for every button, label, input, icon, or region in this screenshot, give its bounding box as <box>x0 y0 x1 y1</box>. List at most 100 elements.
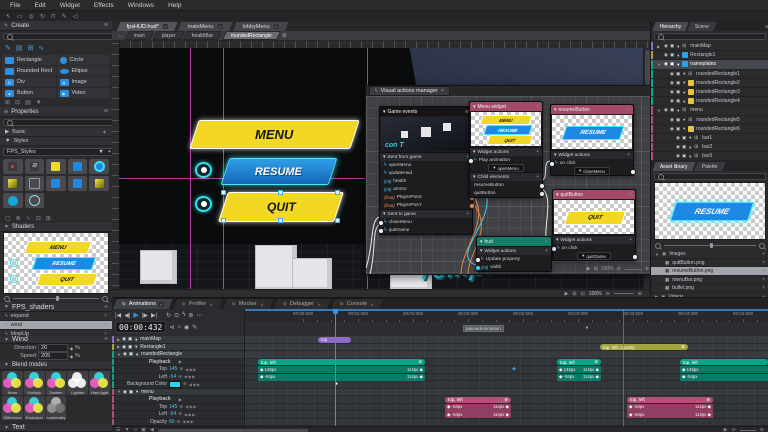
style-swatch-solid-blue[interactable] <box>68 159 88 174</box>
properties-tool-3[interactable]: ⊡ <box>36 215 41 222</box>
lock-icon[interactable]: ▣ <box>670 107 674 113</box>
style-swatch-circle-outline[interactable] <box>25 193 45 208</box>
style-swatch-grad-yellow[interactable] <box>89 176 109 191</box>
menu-item-help[interactable]: Help <box>162 1 187 10</box>
more-button[interactable]: ⋯ <box>196 312 202 319</box>
lock-icon[interactable]: ▣ <box>682 144 686 150</box>
blend-mode-hard-light[interactable]: Hard-light <box>89 371 110 395</box>
game-button-resume[interactable]: RESUME <box>221 158 338 185</box>
dropdown-closeMenu[interactable]: ▾closeMenu <box>574 167 610 175</box>
breadcrumb-item-player[interactable]: player <box>153 31 185 40</box>
expand-arrow[interactable]: ▼ <box>657 108 662 113</box>
keyframe-span[interactable]: ◆ 145px114px ◆ <box>557 366 601 373</box>
pin-icon[interactable]: ▼ <box>688 154 692 159</box>
node-quit-button[interactable]: ▾quitButton×QUIT▾Widget actions+ϟon clic… <box>552 189 636 261</box>
create-item-image[interactable]: ▲Image <box>57 77 111 87</box>
keyframe-nav[interactable]: ◀◆▶ <box>184 374 196 379</box>
skip-start-button[interactable]: |◀ <box>115 312 121 319</box>
pin-icon[interactable]: ▼ <box>676 108 680 113</box>
scroll-left-icon[interactable]: ◀ <box>150 427 154 432</box>
dropdown-quitGame[interactable]: ▾quitGame <box>577 252 611 260</box>
shader-item-wind[interactable]: ϟwind× <box>0 321 112 330</box>
wrench-icon[interactable]: ✎ <box>192 324 197 331</box>
bottom-tab-console[interactable]: ⊙Console× <box>330 298 385 309</box>
game-button-menu[interactable]: MENU <box>189 120 359 149</box>
node-section-header[interactable]: ▾Sent to game+ <box>380 209 472 218</box>
blend-panel-header[interactable]: ▼Blend modes <box>0 361 112 370</box>
add-icon[interactable]: + <box>536 149 539 155</box>
breadcrumb-item-roundedRectangle[interactable]: roundedRectangle <box>222 31 281 40</box>
node-row-ammo[interactable]: (int)ammo <box>380 185 472 193</box>
keyframe-span[interactable]: ◆ 145px <box>680 366 768 373</box>
dropdown-openMenu[interactable]: ▾openMenu <box>488 164 524 172</box>
text-section-header[interactable]: ▼Text <box>0 424 112 432</box>
timeline-bar-topleft[interactable]: top, left <box>680 359 768 365</box>
hierarchy-row-mainMap[interactable]: ▶◉▣▼⊞mainMap <box>651 42 768 51</box>
track-value[interactable]: 145 <box>169 366 177 372</box>
close-icon[interactable]: × <box>209 302 214 307</box>
keyframe-span[interactable]: ◆ -54px114px ◆ <box>627 404 713 411</box>
track-playback[interactable]: Playback▶ <box>112 359 244 367</box>
expand-arrow[interactable]: ▶ <box>117 337 120 342</box>
playhead-handle[interactable] <box>333 309 338 314</box>
scene-cube[interactable] <box>292 258 332 289</box>
lock-icon[interactable]: ▣ <box>676 80 680 86</box>
expand-arrow[interactable]: ▼ <box>117 389 121 394</box>
menu-item-windows[interactable]: Windows <box>122 1 160 10</box>
create-view-tool-0[interactable]: ⊞ <box>5 99 10 106</box>
node-row-closemenu[interactable]: ▾closeMenu <box>551 167 633 175</box>
pin-icon[interactable]: ▼ <box>688 145 692 150</box>
zoom-in-icon[interactable]: ⊕ <box>645 266 649 272</box>
create-item-button[interactable]: ●Button <box>2 88 56 98</box>
zoom-in-icon[interactable] <box>102 296 108 302</box>
gear-icon[interactable]: ⊛ <box>594 359 598 365</box>
expand-arrow[interactable]: ▼ <box>657 62 662 67</box>
hierarchy-search-input[interactable] <box>654 33 766 40</box>
node-section-header[interactable]: ▾Widget actions+ <box>477 246 551 255</box>
node-row-quitgame[interactable]: ϟquitGame <box>380 226 472 234</box>
audio-tool[interactable]: ◁ <box>73 13 78 20</box>
scene-cube[interactable] <box>140 250 177 284</box>
columns-icon[interactable]: ☰ <box>116 427 120 432</box>
guide-line-vertical[interactable] <box>223 48 224 289</box>
color-swatch[interactable] <box>169 381 181 388</box>
asset-item-resumeButton-png[interactable]: ▦resumeButton.png× <box>651 267 768 276</box>
timeline-ruler[interactable]: 00:00:50000:01:00000:01:50000:02:00000:0… <box>245 309 768 323</box>
create-view-tool-3[interactable]: ▼ <box>36 100 42 106</box>
gear-icon[interactable]: ⊛ <box>179 404 183 410</box>
tab-scene[interactable]: Scene <box>688 22 717 31</box>
add-icon[interactable]: + <box>466 211 469 217</box>
track-roundedrectangle[interactable]: ▼◉▣▼roundedRectangle <box>112 351 244 359</box>
zoom-in-icon[interactable]: ⊕ <box>760 427 764 432</box>
timeline-bar-topleft[interactable]: top, left⊗ <box>627 397 713 403</box>
hierarchy-row-roundedRectangle1[interactable]: ◉▣▼⊞roundedRectangle1 <box>651 70 768 79</box>
create-item-video[interactable]: ▶Video <box>57 88 111 98</box>
close-icon[interactable]: ⊗ <box>706 397 710 403</box>
lock-icon[interactable]: ▣ <box>676 98 680 104</box>
timeline-bar-topleft[interactable]: top, left⊛ <box>258 359 425 365</box>
gear-icon[interactable]: ⊛ <box>179 366 183 372</box>
blend-mode-exclusion[interactable]: Exclusion <box>24 396 45 420</box>
pin-icon[interactable]: ▼ <box>134 337 138 342</box>
port-playerposy[interactable] <box>469 203 475 209</box>
port-closemenu[interactable] <box>630 169 636 175</box>
close-icon[interactable]: × <box>104 313 107 319</box>
zoom-slider[interactable] <box>13 298 99 299</box>
document-tab-fpsHUDhud[interactable]: fpsHUD.hud*× <box>116 21 179 31</box>
keyframe-diamond[interactable]: ◆ <box>596 367 599 372</box>
style-swatch-grad-yellow[interactable] <box>3 176 23 191</box>
eye-icon[interactable]: ◉ <box>664 43 668 49</box>
keyframe-span[interactable]: ◆ -54px <box>680 374 768 381</box>
selection-handle[interactable] <box>335 218 340 223</box>
play-icon[interactable]: ▶ <box>587 266 591 272</box>
lone-keyframe[interactable]: ◆ <box>512 366 516 372</box>
lock-icon[interactable]: ▣ <box>676 71 680 77</box>
pen-tool[interactable]: ✎ <box>62 13 67 20</box>
camera-icon[interactable]: ▣ <box>141 427 146 432</box>
close-icon[interactable]: ⊗ <box>504 397 508 403</box>
shaders-panel-header[interactable]: ▼Shaders <box>0 223 112 232</box>
marker-icon[interactable]: ▼ <box>585 325 589 330</box>
create-item-div[interactable]: DDiv <box>2 77 56 87</box>
style-swatch-circle-blue[interactable] <box>3 193 23 208</box>
panel-menu-icon[interactable]: ≡ <box>104 22 108 29</box>
